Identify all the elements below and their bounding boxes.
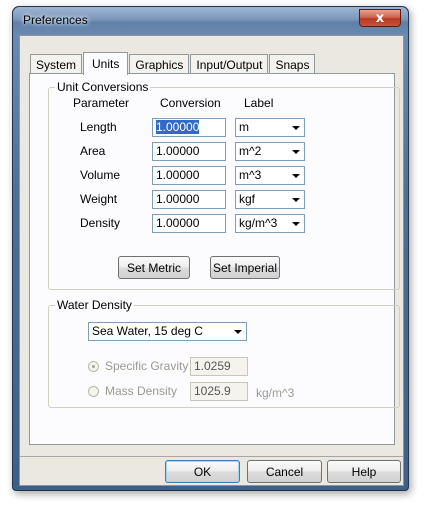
water-type-value: Sea Water, 15 deg C <box>92 324 203 338</box>
mass-density-label: Mass Density <box>105 384 178 398</box>
density-conversion-input[interactable]: 1.00000 <box>152 214 226 233</box>
header-parameter: Parameter <box>73 96 130 110</box>
tab-units[interactable]: Units <box>83 52 129 75</box>
title-bar[interactable]: Preferences x <box>13 7 408 35</box>
chevron-down-icon[interactable] <box>288 192 303 207</box>
weight-unit-select[interactable]: kgf <box>235 190 305 209</box>
tab-graphics[interactable]: Graphics <box>129 54 190 74</box>
unit-conversions-legend: Unit Conversions <box>57 80 149 94</box>
close-button[interactable]: x <box>359 9 401 27</box>
specific-gravity-label: Specific Gravity <box>105 359 189 373</box>
length-conversion-input[interactable]: 1.00000 <box>152 118 226 137</box>
water-density-legend: Water Density <box>57 298 132 312</box>
mass-density-unit: kg/m^3 <box>256 386 295 400</box>
preferences-window: Preferences x System Units Graphics Inpu… <box>12 6 409 491</box>
volume-unit-value: m^3 <box>239 168 262 182</box>
set-imperial-button[interactable]: Set Imperial <box>210 256 280 279</box>
specific-gravity-input[interactable]: 1.0259 <box>190 357 248 376</box>
mass-density-radio[interactable] <box>88 386 99 397</box>
volume-conversion-input[interactable]: 1.00000 <box>152 166 226 185</box>
density-unit-select[interactable]: kg/m^3 <box>235 214 305 233</box>
volume-unit-select[interactable]: m^3 <box>235 166 305 185</box>
density-unit-value: kg/m^3 <box>239 216 278 230</box>
density-label: Density <box>80 216 121 230</box>
chevron-down-icon[interactable] <box>288 168 303 183</box>
tab-snaps[interactable]: Snaps <box>269 54 316 74</box>
area-conversion-input[interactable]: 1.00000 <box>152 142 226 161</box>
weight-unit-value: kgf <box>239 192 256 206</box>
help-button[interactable]: Help <box>327 460 401 483</box>
tab-system[interactable]: System <box>30 54 83 74</box>
tab-strip: System Units Graphics Input/Output Snaps <box>30 50 316 75</box>
header-conversion: Conversion <box>160 96 221 110</box>
area-unit-select[interactable]: m^2 <box>235 142 305 161</box>
mass-density-input[interactable]: 1025.9 <box>190 382 248 401</box>
cancel-button[interactable]: Cancel <box>247 460 322 483</box>
window-title: Preferences <box>23 13 88 27</box>
chevron-down-icon[interactable] <box>288 120 303 135</box>
volume-label: Volume <box>80 168 121 182</box>
tab-input-output[interactable]: Input/Output <box>190 54 269 74</box>
length-label: Length <box>80 120 117 134</box>
units-tab-panel: Unit Conversions Parameter Conversion La… <box>29 73 400 445</box>
set-metric-button[interactable]: Set Metric <box>118 256 190 279</box>
header-label: Label <box>244 96 274 110</box>
close-icon: x <box>375 10 385 26</box>
water-type-select[interactable]: Sea Water, 15 deg C <box>88 322 247 341</box>
area-label: Area <box>80 144 106 158</box>
weight-label: Weight <box>80 192 118 206</box>
area-unit-value: m^2 <box>239 144 262 158</box>
ok-button[interactable]: OK <box>165 460 240 483</box>
weight-conversion-input[interactable]: 1.00000 <box>152 190 226 209</box>
length-unit-select[interactable]: m <box>235 118 305 137</box>
length-conversion-value: 1.00000 <box>156 120 200 134</box>
length-unit-value: m <box>239 120 249 134</box>
chevron-down-icon[interactable] <box>288 216 303 231</box>
divider <box>20 456 403 457</box>
dialog-body: System Units Graphics Input/Output Snaps… <box>19 35 404 486</box>
specific-gravity-radio[interactable] <box>88 361 99 372</box>
chevron-down-icon[interactable] <box>288 144 303 159</box>
chevron-down-icon[interactable] <box>230 324 245 339</box>
